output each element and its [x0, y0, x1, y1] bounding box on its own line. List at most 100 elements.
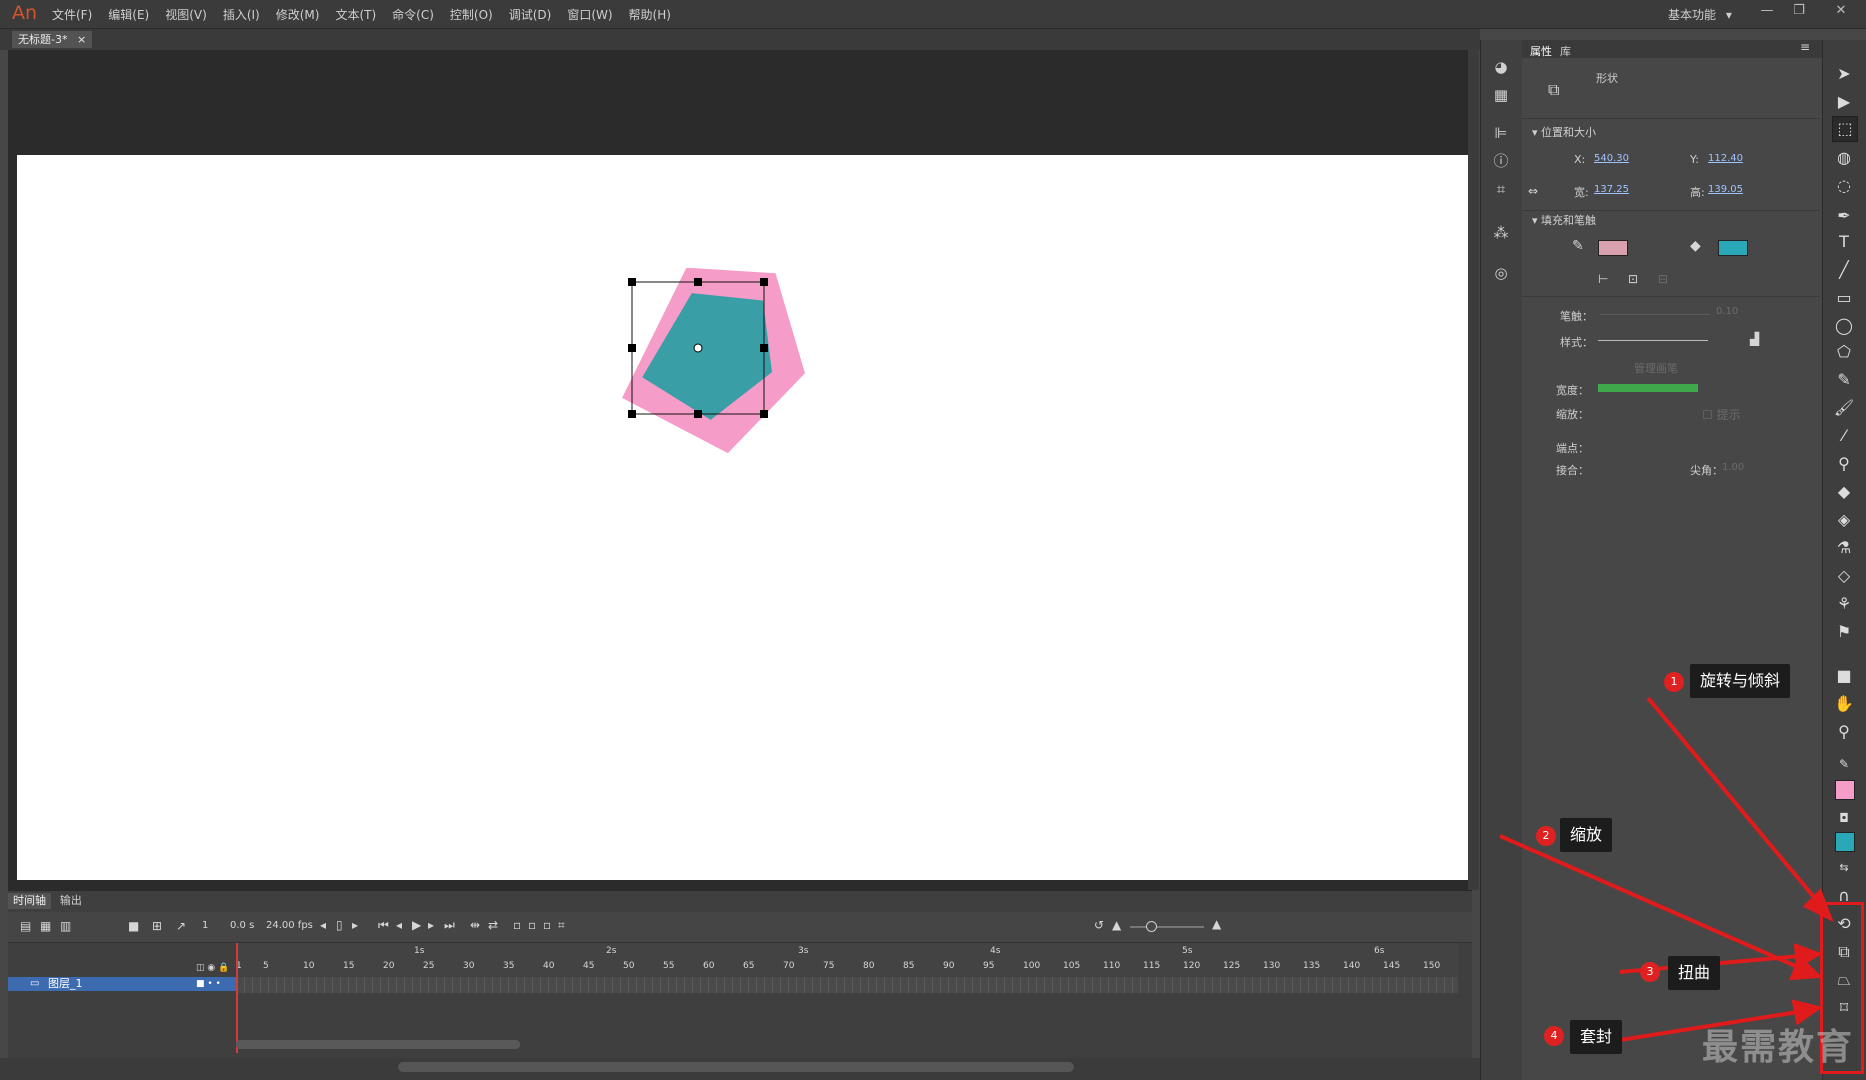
step-forward-icon[interactable]: ▸: [352, 918, 358, 932]
fill-color-swatch[interactable]: [1718, 240, 1748, 256]
pencil-tool-icon[interactable]: ✎: [1832, 368, 1856, 392]
onion-markers-icon[interactable]: ⌗: [558, 918, 565, 933]
selection-tool-icon[interactable]: ➤: [1832, 62, 1856, 86]
width-profile-icon[interactable]: ⊢: [1598, 272, 1608, 286]
paint-bucket-tool-icon[interactable]: ◆: [1832, 480, 1856, 504]
undo-icon[interactable]: ↺: [1094, 918, 1104, 932]
brush-tool-icon[interactable]: ⁄: [1832, 424, 1856, 448]
tab-properties[interactable]: 属性: [1530, 43, 1552, 59]
minimize-button[interactable]: —: [1756, 3, 1778, 23]
tab-timeline[interactable]: 时间轴: [8, 893, 51, 909]
width-profile-select[interactable]: [1598, 384, 1698, 392]
go-last-icon[interactable]: ⏭: [444, 918, 455, 933]
center-frame-icon[interactable]: ⇹: [470, 918, 480, 932]
ink-bottle-tool-icon[interactable]: ◈: [1832, 508, 1856, 532]
style-select[interactable]: [1598, 340, 1708, 341]
close-window-button[interactable]: ✕: [1830, 3, 1852, 23]
3d-rotation-tool-icon[interactable]: ◍: [1832, 146, 1856, 170]
playhead[interactable]: [236, 943, 238, 1053]
section-fill-stroke[interactable]: ▾ 填充和笔触: [1532, 212, 1596, 228]
bone-tool-icon[interactable]: ⚲: [1832, 452, 1856, 476]
menu-help[interactable]: 帮助(H): [629, 6, 671, 23]
loop-icon[interactable]: ▯: [336, 918, 343, 932]
zoom-slider-thumb[interactable]: [1146, 921, 1157, 932]
layer-parent-icon[interactable]: ⊞: [152, 919, 162, 933]
eyedropper-tool-icon[interactable]: ⚗: [1832, 536, 1856, 560]
loop-playback-icon[interactable]: ⇄: [488, 918, 498, 932]
menu-text[interactable]: 文本(T): [335, 6, 376, 23]
transform-panel-icon[interactable]: ⌗: [1490, 178, 1512, 200]
menu-view[interactable]: 视图(V): [165, 6, 207, 23]
paint-brush-tool-icon[interactable]: 🖌: [1832, 396, 1856, 420]
step-back-icon[interactable]: ◂: [320, 918, 326, 932]
camera-icon[interactable]: ■: [128, 919, 139, 933]
tab-library[interactable]: 库: [1560, 43, 1571, 59]
eraser-tool-icon[interactable]: ◇: [1832, 564, 1856, 588]
stroke-color-swatch[interactable]: [1598, 240, 1628, 256]
next-frame-icon[interactable]: ▸: [428, 918, 434, 932]
text-tool-icon[interactable]: T: [1832, 230, 1856, 254]
new-layer-icon[interactable]: ▤: [20, 919, 31, 933]
edit-multiple-icon[interactable]: ▫: [543, 918, 551, 932]
menu-edit[interactable]: 编辑(E): [108, 6, 149, 23]
prev-frame-icon[interactable]: ◂: [396, 918, 402, 932]
timeline-scrollbar[interactable]: [236, 1040, 520, 1049]
cc-libraries-icon[interactable]: ◎: [1490, 262, 1512, 284]
color-panel-icon[interactable]: ◕: [1490, 56, 1512, 78]
lasso-tool-icon[interactable]: ◌: [1832, 174, 1856, 198]
brush-library-icon[interactable]: ▟: [1750, 332, 1759, 346]
manage-brushes-button[interactable]: 管理画笔: [1634, 360, 1678, 376]
x-value[interactable]: 540.30: [1594, 153, 1629, 164]
restore-button[interactable]: ❐: [1788, 3, 1810, 23]
onion-outline-icon[interactable]: ▫: [528, 918, 536, 932]
miter-value[interactable]: 1.00: [1722, 462, 1744, 473]
menu-control[interactable]: 控制(O): [450, 6, 493, 23]
menu-file[interactable]: 文件(F): [52, 6, 92, 23]
menu-debug[interactable]: 调试(D): [509, 6, 552, 23]
new-folder-icon[interactable]: ▦: [40, 919, 51, 933]
stroke-slider[interactable]: [1600, 314, 1710, 315]
hint-checkbox[interactable]: ☐ 提示: [1702, 406, 1741, 423]
go-first-icon[interactable]: ⏮: [378, 918, 389, 933]
section-position-size[interactable]: ▾ 位置和大小: [1532, 124, 1596, 140]
line-tool-icon[interactable]: ╱: [1832, 258, 1856, 282]
tab-output[interactable]: 输出: [55, 893, 87, 909]
onion-skin-icon[interactable]: ▫: [513, 918, 521, 932]
rectangle-tool-icon[interactable]: ▭: [1832, 286, 1856, 310]
layer-flags[interactable]: ■ • •: [196, 977, 221, 991]
zoom-slider-track[interactable]: [1130, 926, 1204, 928]
transform-point[interactable]: [693, 343, 703, 353]
zoom-in-icon[interactable]: ▲: [1212, 917, 1221, 931]
free-transform-tool-icon[interactable]: ⬚: [1832, 116, 1858, 142]
motion-presets-icon[interactable]: ⁂: [1490, 222, 1512, 244]
y-value[interactable]: 112.40: [1708, 153, 1743, 164]
trash-icon[interactable]: ▥: [60, 919, 71, 933]
stage-vertical-scrollbar[interactable]: [1468, 50, 1479, 890]
pen-tool-icon[interactable]: ✒: [1832, 204, 1856, 228]
polystar-tool-icon[interactable]: ⬠: [1832, 340, 1856, 364]
menu-commands[interactable]: 命令(C): [392, 6, 434, 23]
frame-rate[interactable]: 24.00 fps: [266, 920, 313, 931]
width-value[interactable]: 137.25: [1594, 184, 1629, 195]
play-icon[interactable]: ▶: [412, 918, 421, 932]
zoom-out-icon[interactable]: ▲: [1112, 918, 1121, 932]
close-icon[interactable]: ×: [77, 33, 86, 46]
workspace-switcher[interactable]: 基本功能 ▾: [1668, 6, 1732, 23]
stage-horizontal-thumb[interactable]: [398, 1062, 1074, 1072]
menu-insert[interactable]: 插入(I): [223, 6, 260, 23]
layer-name[interactable]: 图层_1: [48, 977, 83, 991]
break-apart-icon[interactable]: ⊡: [1628, 272, 1638, 286]
swatches-icon[interactable]: ▦: [1490, 84, 1512, 106]
subselection-tool-icon[interactable]: ▶: [1832, 90, 1856, 114]
stroke-value[interactable]: 0.10: [1716, 306, 1738, 317]
menu-modify[interactable]: 修改(M): [276, 6, 320, 23]
graph-icon[interactable]: ↗: [176, 919, 186, 933]
oval-tool-icon[interactable]: ◯: [1832, 314, 1856, 338]
info-icon[interactable]: ⓘ: [1490, 150, 1512, 172]
align-icon[interactable]: ⊫: [1490, 122, 1512, 144]
stage-canvas[interactable]: [17, 155, 1472, 880]
menu-window[interactable]: 窗口(W): [567, 6, 612, 23]
panel-menu-icon[interactable]: ≡: [1800, 40, 1810, 54]
frames-row[interactable]: [236, 977, 1458, 993]
document-tab[interactable]: 无标题-3* ×: [12, 31, 93, 48]
